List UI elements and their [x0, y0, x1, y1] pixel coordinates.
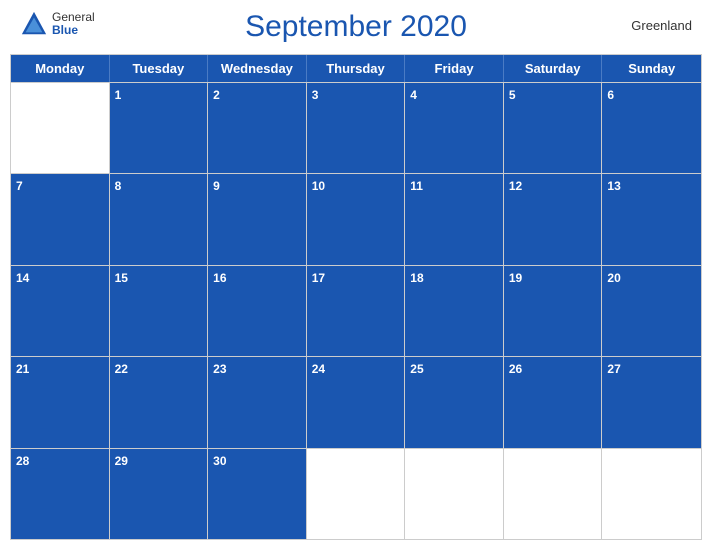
logo-icon	[20, 10, 48, 38]
day-13: 13	[602, 174, 701, 264]
day-15: 15	[110, 266, 209, 356]
day-21: 21	[11, 357, 110, 447]
day-16: 16	[208, 266, 307, 356]
day-28: 28	[11, 449, 110, 539]
region-label: Greenland	[631, 18, 692, 33]
day-17: 17	[307, 266, 406, 356]
weekday-friday: Friday	[405, 55, 504, 82]
weekday-wednesday: Wednesday	[208, 55, 307, 82]
logo-text: General Blue	[52, 11, 95, 37]
day-8: 8	[110, 174, 209, 264]
day-14: 14	[11, 266, 110, 356]
day-23: 23	[208, 357, 307, 447]
week-3: 14 15 16 17 18 19 20	[11, 265, 701, 356]
page-title: September 2020	[245, 10, 467, 44]
day-2: 2	[208, 83, 307, 173]
weekday-sunday: Sunday	[602, 55, 701, 82]
day-5: 5	[504, 83, 603, 173]
day-9: 9	[208, 174, 307, 264]
calendar: Monday Tuesday Wednesday Thursday Friday…	[10, 54, 702, 540]
day-20: 20	[602, 266, 701, 356]
week-4: 21 22 23 24 25 26 27	[11, 356, 701, 447]
day-empty-2	[405, 449, 504, 539]
calendar-header: General Blue September 2020 Greenland	[0, 0, 712, 54]
day-22: 22	[110, 357, 209, 447]
day-empty	[11, 83, 110, 173]
week-1: 1 2 3 4 5 6	[11, 82, 701, 173]
day-19: 19	[504, 266, 603, 356]
day-29: 29	[110, 449, 209, 539]
day-25: 25	[405, 357, 504, 447]
day-4: 4	[405, 83, 504, 173]
day-6: 6	[602, 83, 701, 173]
day-26: 26	[504, 357, 603, 447]
logo: General Blue	[20, 10, 95, 38]
week-2: 7 8 9 10 11 12 13	[11, 173, 701, 264]
day-24: 24	[307, 357, 406, 447]
weekday-thursday: Thursday	[307, 55, 406, 82]
weekday-saturday: Saturday	[504, 55, 603, 82]
day-30: 30	[208, 449, 307, 539]
day-12: 12	[504, 174, 603, 264]
day-7: 7	[11, 174, 110, 264]
day-empty-3	[504, 449, 603, 539]
day-10: 10	[307, 174, 406, 264]
day-3: 3	[307, 83, 406, 173]
day-empty-1	[307, 449, 406, 539]
day-1: 1	[110, 83, 209, 173]
day-18: 18	[405, 266, 504, 356]
day-empty-4	[602, 449, 701, 539]
day-11: 11	[405, 174, 504, 264]
logo-blue-text: Blue	[52, 24, 95, 37]
day-27: 27	[602, 357, 701, 447]
weekday-tuesday: Tuesday	[110, 55, 209, 82]
weekday-monday: Monday	[11, 55, 110, 82]
week-5: 28 29 30	[11, 448, 701, 539]
calendar-weeks: 1 2 3 4 5 6 7 8 9 10 11 12 13 14 15 16 1…	[11, 82, 701, 539]
weekdays-row: Monday Tuesday Wednesday Thursday Friday…	[11, 55, 701, 82]
